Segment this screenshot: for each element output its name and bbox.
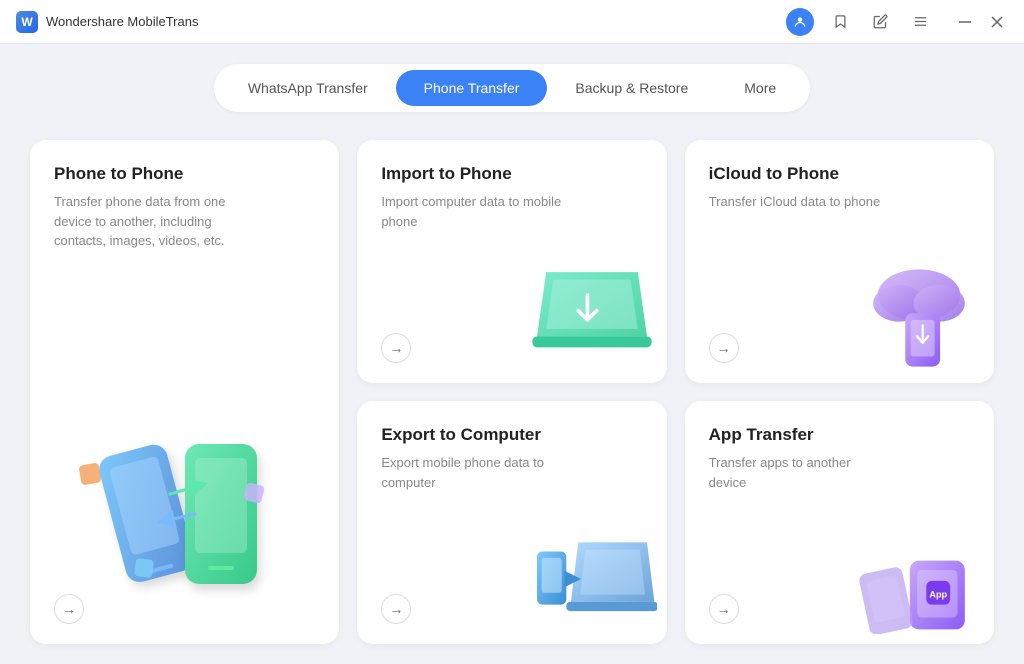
card-phone-to-phone-desc: Transfer phone data from one device to a… (54, 192, 234, 251)
tab-whatsapp-transfer[interactable]: WhatsApp Transfer (220, 70, 396, 106)
edit-icon[interactable] (866, 8, 894, 36)
bookmark-icon[interactable] (826, 8, 854, 36)
card-app-desc: Transfer apps to another device (709, 453, 889, 492)
tab-more[interactable]: More (716, 70, 804, 106)
card-phone-to-phone-title: Phone to Phone (54, 164, 315, 184)
close-button[interactable] (986, 11, 1008, 33)
card-export-arrow[interactable]: → (381, 594, 411, 624)
phone-to-phone-illustration (75, 404, 295, 604)
card-import-desc: Import computer data to mobile phone (381, 192, 561, 231)
user-icon[interactable] (786, 8, 814, 36)
app-title: Wondershare MobileTrans (46, 14, 198, 29)
titlebar: W Wondershare MobileTrans (0, 0, 1024, 44)
window-controls (954, 11, 1008, 33)
minimize-button[interactable] (954, 11, 976, 33)
main-content: WhatsApp Transfer Phone Transfer Backup … (0, 44, 1024, 664)
svg-text:App: App (929, 589, 947, 599)
nav-tabs: WhatsApp Transfer Phone Transfer Backup … (214, 64, 810, 112)
icloud-illustration (854, 263, 984, 373)
menu-icon[interactable] (906, 8, 934, 36)
cards-grid: Phone to Phone Transfer phone data from … (30, 140, 994, 644)
card-icloud-arrow[interactable]: → (709, 333, 739, 363)
card-import-title: Import to Phone (381, 164, 642, 184)
app-transfer-illustration: App (854, 524, 984, 634)
card-export-title: Export to Computer (381, 425, 642, 445)
tab-backup-restore[interactable]: Backup & Restore (547, 70, 716, 106)
card-export-desc: Export mobile phone data to computer (381, 453, 561, 492)
card-import-arrow[interactable]: → (381, 333, 411, 363)
card-app-title: App Transfer (709, 425, 970, 445)
import-illustration (527, 263, 657, 373)
export-illustration (527, 524, 657, 634)
card-import-to-phone[interactable]: Import to Phone Import computer data to … (357, 140, 666, 383)
card-phone-to-phone[interactable]: Phone to Phone Transfer phone data from … (30, 140, 339, 644)
titlebar-left: W Wondershare MobileTrans (16, 11, 198, 33)
tab-phone-transfer[interactable]: Phone Transfer (396, 70, 548, 106)
app-icon: W (16, 11, 38, 33)
card-icloud-title: iCloud to Phone (709, 164, 970, 184)
titlebar-right (786, 8, 1008, 36)
card-app-transfer[interactable]: App Transfer Transfer apps to another de… (685, 401, 994, 644)
card-app-arrow[interactable]: → (709, 594, 739, 624)
card-icloud-to-phone[interactable]: iCloud to Phone Transfer iCloud data to … (685, 140, 994, 383)
card-icloud-desc: Transfer iCloud data to phone (709, 192, 889, 212)
card-export-to-computer[interactable]: Export to Computer Export mobile phone d… (357, 401, 666, 644)
